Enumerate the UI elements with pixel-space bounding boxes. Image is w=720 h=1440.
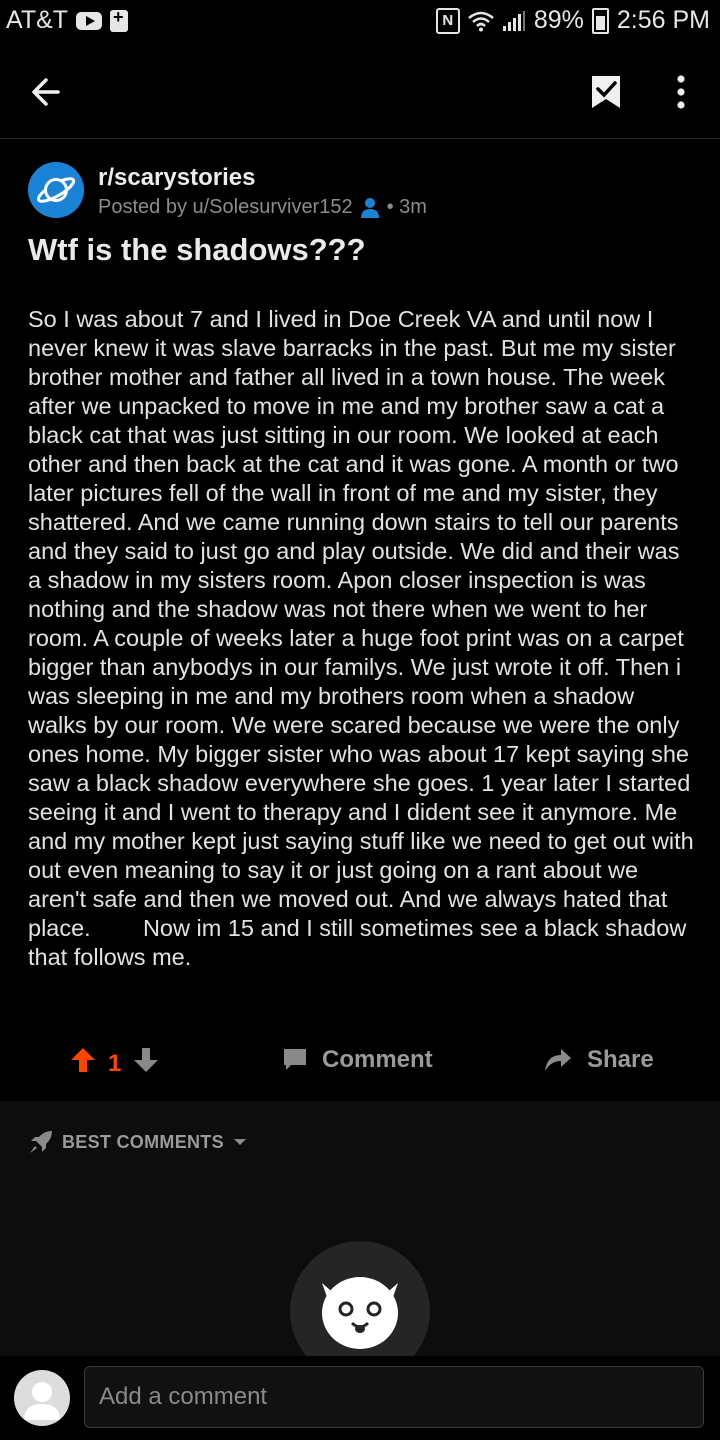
status-bar: AT&T N 89% 2:56 PM bbox=[0, 0, 720, 44]
share-button[interactable]: Share bbox=[543, 1046, 654, 1074]
add-comment-input[interactable] bbox=[84, 1366, 704, 1428]
post-author[interactable]: Posted by u/Solesurviver152 bbox=[98, 196, 353, 219]
clock: 2:56 PM bbox=[616, 6, 710, 34]
signal-icon bbox=[502, 10, 525, 31]
subreddit-avatar[interactable] bbox=[28, 162, 84, 218]
nfc-icon: N bbox=[435, 7, 460, 34]
more-options-button[interactable] bbox=[664, 70, 698, 114]
youtube-notification-icon bbox=[76, 11, 103, 30]
comment-sort-dropdown[interactable]: BEST COMMENTS bbox=[28, 1129, 248, 1155]
caret-down-icon bbox=[233, 1139, 246, 1145]
notification-plus-icon bbox=[110, 7, 129, 32]
default-avatar-icon bbox=[24, 1382, 60, 1420]
vote-count: 1 bbox=[108, 1049, 122, 1077]
save-post-button[interactable] bbox=[586, 72, 626, 112]
carrier-label: AT&T bbox=[6, 6, 69, 34]
arrow-left-icon bbox=[32, 78, 60, 106]
subreddit-name[interactable]: r/scarystories bbox=[98, 164, 255, 192]
planet-icon bbox=[36, 177, 76, 203]
vote-control: 1 bbox=[70, 1046, 159, 1081]
share-arrow-icon bbox=[545, 1049, 571, 1071]
sort-label: BEST COMMENTS bbox=[62, 1131, 224, 1152]
comment-label: Comment bbox=[322, 1046, 433, 1073]
downvote-button[interactable] bbox=[133, 1046, 159, 1081]
arrow-down-icon bbox=[134, 1048, 159, 1072]
post-title: Wtf is the shadows??? bbox=[28, 232, 366, 267]
post-body: So I was about 7 and I lived in Doe Cree… bbox=[28, 306, 701, 970]
upvote-button[interactable] bbox=[70, 1046, 96, 1081]
comment-button[interactable]: Comment bbox=[282, 1046, 433, 1074]
comment-bubble-icon bbox=[284, 1049, 306, 1070]
comment-composer bbox=[0, 1356, 720, 1440]
back-button[interactable] bbox=[26, 72, 70, 112]
arrow-up-icon bbox=[71, 1048, 95, 1072]
user-icon bbox=[360, 197, 379, 218]
bookmark-check-icon bbox=[592, 76, 620, 108]
post-meta: Posted by u/Solesurviver152 • 3m bbox=[98, 196, 427, 219]
wifi-icon bbox=[468, 11, 494, 31]
post-age: • 3m bbox=[386, 196, 427, 218]
post-action-bar: 1 Comment Share bbox=[0, 1030, 720, 1100]
battery-icon bbox=[591, 7, 609, 34]
share-label: Share bbox=[587, 1046, 654, 1073]
comments-section: BEST COMMENTS bbox=[0, 1101, 720, 1381]
user-avatar bbox=[14, 1370, 70, 1426]
battery-percent: 89% bbox=[533, 6, 584, 34]
rocket-icon bbox=[30, 1131, 52, 1153]
more-vertical-icon bbox=[677, 75, 685, 109]
app-bar bbox=[0, 44, 720, 139]
